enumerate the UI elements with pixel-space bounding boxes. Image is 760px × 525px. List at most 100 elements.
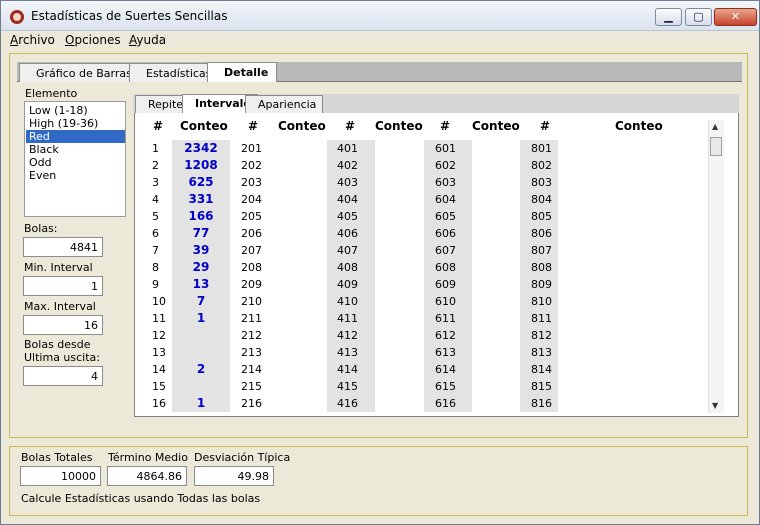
grid-cell-number[interactable]: 806 xyxy=(531,225,561,242)
grid-cell-conteo[interactable]: 625 xyxy=(172,174,230,191)
grid-header[interactable]: # xyxy=(540,119,550,133)
grid-cell-number[interactable]: 808 xyxy=(531,259,561,276)
list-item[interactable]: Odd xyxy=(26,156,125,169)
grid-cell-number[interactable]: 402 xyxy=(337,157,377,174)
grid-cell-number[interactable]: 213 xyxy=(241,344,281,361)
grid-cell-number[interactable]: 3 xyxy=(152,174,172,191)
grid-cell-number[interactable]: 204 xyxy=(241,191,281,208)
grid-cell-number[interactable]: 611 xyxy=(435,310,475,327)
grid-cell-number[interactable]: 605 xyxy=(435,208,475,225)
tab-apariencia[interactable]: Apariencia xyxy=(245,95,324,113)
desviacion-field[interactable]: 49.98 xyxy=(194,466,274,486)
grid-cell-conteo[interactable] xyxy=(172,344,230,361)
scroll-down-icon[interactable]: ▼ xyxy=(712,401,718,410)
grid-cell-number[interactable]: 608 xyxy=(435,259,475,276)
title-bar[interactable]: Estadísticas de Suertes Sencillas ▁ ▢ ✕ xyxy=(1,1,759,31)
grid-cell-number[interactable]: 405 xyxy=(337,208,377,225)
grid-cell-number[interactable]: 208 xyxy=(241,259,281,276)
grid-cell-number[interactable]: 614 xyxy=(435,361,475,378)
grid-cell-number[interactable]: 404 xyxy=(337,191,377,208)
grid-header[interactable]: Conteo xyxy=(278,119,326,133)
grid-header[interactable]: # xyxy=(248,119,258,133)
grid-cell-number[interactable]: 811 xyxy=(531,310,561,327)
bolas-field[interactable]: 4841 xyxy=(23,237,103,257)
grid-cell-number[interactable]: 8 xyxy=(152,259,172,276)
grid-cell-conteo[interactable]: 29 xyxy=(172,259,230,276)
maximize-button[interactable]: ▢ xyxy=(685,8,712,26)
grid-cell-number[interactable]: 613 xyxy=(435,344,475,361)
grid-cell-number[interactable]: 11 xyxy=(152,310,172,327)
grid-cell-number[interactable]: 612 xyxy=(435,327,475,344)
grid-cell-number[interactable]: 212 xyxy=(241,327,281,344)
grid-cell-conteo[interactable]: 2 xyxy=(172,361,230,378)
grid-cell-conteo[interactable]: 331 xyxy=(172,191,230,208)
grid-cell-number[interactable]: 403 xyxy=(337,174,377,191)
list-item-selected[interactable]: Red xyxy=(26,130,125,143)
grid-cell-number[interactable]: 210 xyxy=(241,293,281,310)
grid-cell-number[interactable]: 805 xyxy=(531,208,561,225)
grid-cell-number[interactable]: 607 xyxy=(435,242,475,259)
grid-cell-number[interactable]: 12 xyxy=(152,327,172,344)
grid-cell-number[interactable]: 810 xyxy=(531,293,561,310)
grid-cell-number[interactable]: 802 xyxy=(531,157,561,174)
grid-cell-number[interactable]: 409 xyxy=(337,276,377,293)
grid-cell-conteo[interactable]: 7 xyxy=(172,293,230,310)
grid-cell-number[interactable]: 14 xyxy=(152,361,172,378)
grid-cell-conteo[interactable]: 2342 xyxy=(172,140,230,157)
elemento-list[interactable]: Low (1-18) High (19-36) Red Black Odd Ev… xyxy=(24,101,126,217)
grid-cell-number[interactable]: 809 xyxy=(531,276,561,293)
grid-cell-conteo[interactable]: 1208 xyxy=(172,157,230,174)
grid-cell-conteo[interactable] xyxy=(172,378,230,395)
bolas-desde-field[interactable]: 4 xyxy=(23,366,103,386)
grid-cell-conteo[interactable]: 13 xyxy=(172,276,230,293)
grid-cell-number[interactable]: 610 xyxy=(435,293,475,310)
grid-cell-number[interactable]: 408 xyxy=(337,259,377,276)
grid-header[interactable]: # xyxy=(153,119,163,133)
grid-header[interactable]: Conteo xyxy=(615,119,663,133)
grid-cell-number[interactable]: 414 xyxy=(337,361,377,378)
grid-cell-number[interactable]: 813 xyxy=(531,344,561,361)
grid-cell-number[interactable]: 16 xyxy=(152,395,172,412)
grid-cell-number[interactable]: 816 xyxy=(531,395,561,412)
scroll-thumb[interactable] xyxy=(710,137,722,156)
grid-cell-number[interactable]: 609 xyxy=(435,276,475,293)
grid-scrollbar[interactable] xyxy=(708,120,724,413)
grid-header[interactable]: Conteo xyxy=(180,119,228,133)
grid-cell-number[interactable]: 205 xyxy=(241,208,281,225)
grid-cell-number[interactable]: 201 xyxy=(241,140,281,157)
grid-cell-number[interactable]: 216 xyxy=(241,395,281,412)
grid-cell-number[interactable]: 812 xyxy=(531,327,561,344)
list-item[interactable]: Low (1-18) xyxy=(26,104,125,117)
max-interval-field[interactable]: 16 xyxy=(23,315,103,335)
scroll-up-icon[interactable]: ▲ xyxy=(712,122,718,131)
tab-detalle[interactable]: Detalle xyxy=(207,62,278,83)
menu-opciones[interactable]: Opciones xyxy=(65,33,121,47)
grid-cell-number[interactable]: 410 xyxy=(337,293,377,310)
grid-cell-number[interactable]: 10 xyxy=(152,293,172,310)
grid-cell-number[interactable]: 7 xyxy=(152,242,172,259)
grid-cell-number[interactable]: 207 xyxy=(241,242,281,259)
list-item[interactable]: Black xyxy=(26,143,125,156)
termino-medio-field[interactable]: 4864.86 xyxy=(107,466,187,486)
grid-cell-number[interactable]: 401 xyxy=(337,140,377,157)
grid-cell-number[interactable]: 413 xyxy=(337,344,377,361)
grid-cell-number[interactable]: 206 xyxy=(241,225,281,242)
grid-cell-number[interactable]: 814 xyxy=(531,361,561,378)
min-interval-field[interactable]: 1 xyxy=(23,276,103,296)
list-item[interactable]: Even xyxy=(26,169,125,182)
grid-cell-conteo[interactable]: 1 xyxy=(172,310,230,327)
tab-grafico-de-barras[interactable]: Gráfico de Barras xyxy=(19,63,141,82)
close-button[interactable]: ✕ xyxy=(714,8,757,26)
grid-cell-conteo[interactable]: 77 xyxy=(172,225,230,242)
grid-cell-number[interactable]: 406 xyxy=(337,225,377,242)
grid-cell-number[interactable]: 415 xyxy=(337,378,377,395)
grid-header[interactable]: # xyxy=(345,119,355,133)
grid-cell-number[interactable]: 214 xyxy=(241,361,281,378)
grid-cell-number[interactable]: 602 xyxy=(435,157,475,174)
grid-cell-number[interactable]: 803 xyxy=(531,174,561,191)
grid-cell-conteo[interactable]: 1 xyxy=(172,395,230,412)
grid-cell-number[interactable]: 601 xyxy=(435,140,475,157)
grid-cell-number[interactable]: 412 xyxy=(337,327,377,344)
grid-cell-number[interactable]: 211 xyxy=(241,310,281,327)
menu-archivo[interactable]: Archivo xyxy=(10,33,55,47)
